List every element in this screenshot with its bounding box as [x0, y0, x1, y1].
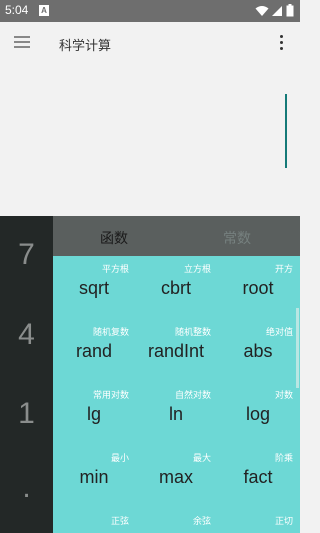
max-key[interactable]: 最大 max [135, 445, 217, 507]
text-cursor [285, 94, 287, 168]
key-subtitle: 随机复数 [92, 328, 129, 338]
key-label: lg [86, 404, 101, 424]
key-label: sqrt [78, 278, 109, 298]
key-subtitle: 最小 [110, 454, 129, 464]
function-grid: 平方根 sqrt 立方根 cbrt 开方 root 随机复数 rand 随机整数… [53, 256, 300, 533]
key-label: max [158, 467, 193, 487]
hamburger-menu-icon[interactable] [14, 36, 32, 52]
sin-key[interactable]: 正弦 [53, 508, 135, 533]
key-subtitle: 常用对数 [92, 391, 129, 401]
root-key[interactable]: 开方 root [217, 256, 299, 318]
status-bar: 5:04 A [0, 0, 300, 22]
status-icons [255, 4, 294, 17]
battery-icon [286, 4, 294, 17]
key-subtitle: 对数 [274, 391, 293, 401]
ln-key[interactable]: 自然对数 ln [135, 382, 217, 444]
more-vert-icon[interactable] [276, 35, 286, 53]
lg-key[interactable]: 常用对数 lg [53, 382, 135, 444]
cos-key[interactable]: 余弦 [135, 508, 217, 533]
sqrt-key[interactable]: 平方根 sqrt [53, 256, 135, 318]
key-label: fact [243, 467, 273, 487]
key-subtitle: 绝对值 [265, 328, 293, 338]
key-subtitle: 自然对数 [174, 391, 211, 401]
function-panel: 函数 常数 平方根 sqrt 立方根 cbrt 开方 root 随机复数 ran… [53, 216, 300, 533]
app-bar: 科学计算 [0, 22, 300, 66]
status-time: 5:04 [5, 3, 29, 17]
abs-key[interactable]: 绝对值 abs [217, 319, 299, 381]
key-subtitle: 立方根 [183, 265, 211, 275]
key-subtitle: 正切 [274, 517, 293, 527]
key-label: rand [75, 341, 113, 361]
keypad: 7 4 1 . 函数 常数 平方根 sqrt 立方根 cbrt 开方 root [0, 216, 300, 533]
log-key[interactable]: 对数 log [217, 382, 299, 444]
decimal-point-key[interactable]: . [0, 471, 53, 505]
app-title: 科学计算 [59, 39, 112, 54]
key-label: ln [168, 404, 183, 424]
tab-constants[interactable]: 常数 [223, 228, 251, 248]
digit-4-key[interactable]: 4 [0, 318, 53, 352]
cell-signal-icon [272, 5, 282, 16]
fact-key[interactable]: 阶乘 fact [217, 445, 299, 507]
key-label: root [242, 278, 274, 298]
key-subtitle: 阶乘 [274, 454, 293, 464]
key-label: cbrt [160, 278, 191, 298]
number-column: 7 4 1 . [0, 216, 53, 533]
expression-display[interactable] [0, 66, 300, 216]
digit-7-key[interactable]: 7 [0, 238, 53, 272]
key-label: abs [243, 341, 273, 361]
key-subtitle: 随机整数 [174, 328, 211, 338]
key-label: min [79, 467, 109, 487]
randint-key[interactable]: 随机整数 randInt [135, 319, 217, 381]
digit-1-key[interactable]: 1 [0, 397, 53, 431]
tan-key[interactable]: 正切 [217, 508, 299, 533]
key-label: log [245, 404, 271, 424]
notification-badge: A [39, 5, 49, 16]
function-tabs: 函数 常数 [53, 216, 300, 256]
rand-key[interactable]: 随机复数 rand [53, 319, 135, 381]
min-key[interactable]: 最小 min [53, 445, 135, 507]
key-label: randInt [147, 341, 205, 361]
key-subtitle: 平方根 [101, 265, 129, 275]
key-subtitle: 正弦 [110, 517, 129, 527]
key-subtitle: 余弦 [192, 517, 211, 527]
wifi-icon [255, 5, 269, 16]
key-subtitle: 开方 [274, 265, 293, 275]
cbrt-key[interactable]: 立方根 cbrt [135, 256, 217, 318]
tab-functions[interactable]: 函数 [100, 228, 128, 248]
key-subtitle: 最大 [192, 454, 211, 464]
